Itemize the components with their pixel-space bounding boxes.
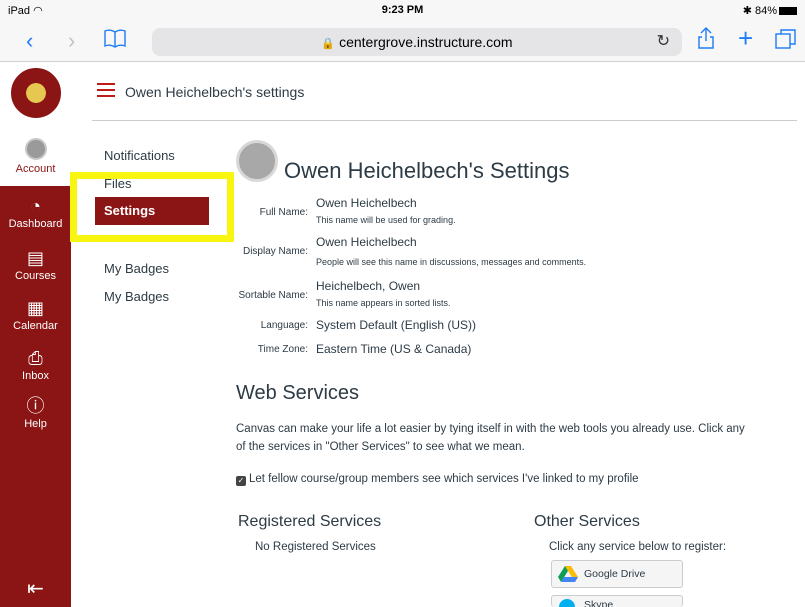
display-name-hint: People will see this name in discussions… bbox=[316, 257, 587, 267]
battery-status: ✱ 84% bbox=[743, 4, 797, 17]
skype-icon bbox=[558, 598, 578, 607]
share-icon[interactable] bbox=[697, 26, 715, 56]
clock: 9:23 PM bbox=[381, 4, 424, 16]
battery-icon bbox=[779, 7, 797, 16]
profile-avatar[interactable] bbox=[236, 140, 278, 182]
skype-label: Skype bbox=[584, 599, 614, 607]
school-logo[interactable] bbox=[0, 62, 71, 132]
nav-help-label: Help bbox=[24, 418, 47, 430]
registered-services-title: Registered Services bbox=[238, 513, 382, 530]
submenu-notifications[interactable]: Notifications bbox=[95, 148, 210, 163]
display-name-label: Display Name: bbox=[242, 246, 308, 257]
nav-calendar[interactable]: ▦ Calendar bbox=[0, 298, 71, 332]
breadcrumb: Owen Heichelbech's settings bbox=[125, 84, 305, 100]
google-drive-label: Google Drive bbox=[584, 568, 646, 580]
courses-icon: ▤ bbox=[26, 248, 44, 268]
status-bar: iPad ◠ 9:23 PM ✱ 84% bbox=[0, 0, 805, 22]
nav-help[interactable]: ⓘ Help bbox=[0, 396, 71, 430]
new-tab-icon[interactable]: + bbox=[738, 25, 753, 51]
address-bar[interactable]: 🔒 centergrove.instructure.com ↻ bbox=[152, 28, 682, 56]
other-services-hint: Click any service below to register: bbox=[549, 541, 727, 553]
seal-icon bbox=[11, 68, 61, 118]
sortable-name-label: Sortable Name: bbox=[238, 290, 308, 301]
full-name-value: Owen Heichelbech bbox=[316, 196, 417, 210]
lock-icon: 🔒 bbox=[321, 38, 336, 50]
checkbox-checked-icon[interactable]: ✓ bbox=[236, 476, 246, 486]
bluetooth-icon: ✱ bbox=[742, 5, 752, 17]
web-services-description: Canvas can make your life a lot easier b… bbox=[236, 423, 745, 453]
sortable-name-hint: This name appears in sorted lists. bbox=[316, 298, 451, 308]
header-divider bbox=[92, 120, 797, 121]
back-icon[interactable]: ‹ bbox=[26, 28, 33, 54]
skype-button[interactable]: Skype bbox=[551, 595, 683, 607]
bookmarks-icon[interactable] bbox=[104, 28, 126, 55]
highlight-box bbox=[70, 172, 234, 242]
nav-dashboard-label: Dashboard bbox=[8, 218, 63, 230]
url-text: centergrove.instructure.com bbox=[339, 34, 513, 50]
nav-inbox[interactable]: ⎙ Inbox bbox=[0, 348, 71, 382]
timezone-value: Eastern Time (US & Canada) bbox=[316, 342, 472, 356]
menu-icon[interactable] bbox=[97, 83, 115, 97]
display-name-value: Owen Heichelbech bbox=[316, 235, 417, 249]
page-title: Owen Heichelbech's Settings bbox=[284, 158, 570, 183]
share-services-label: Let fellow course/group members see whic… bbox=[249, 473, 639, 485]
no-registered-services: No Registered Services bbox=[255, 541, 376, 553]
web-services-title: Web Services bbox=[236, 382, 360, 404]
forward-icon[interactable]: › bbox=[68, 28, 75, 54]
nav-inbox-label: Inbox bbox=[22, 370, 49, 382]
nav-calendar-label: Calendar bbox=[13, 320, 58, 332]
reload-icon[interactable]: ↻ bbox=[657, 28, 670, 56]
full-name-label: Full Name: bbox=[259, 207, 308, 218]
avatar bbox=[24, 138, 47, 160]
nav-account[interactable]: Account bbox=[0, 132, 71, 186]
sortable-name-value: Heichelbech, Owen bbox=[316, 279, 421, 293]
nav-courses-label: Courses bbox=[15, 270, 56, 282]
dashboard-icon: ◔ bbox=[30, 196, 41, 216]
global-nav: Account ◔ Dashboard ▤ Courses ▦ Calendar… bbox=[0, 62, 71, 607]
browser-toolbar: ‹ › 🔒 centergrove.instructure.com ↻ + bbox=[0, 22, 805, 62]
help-icon: ⓘ bbox=[26, 396, 45, 416]
google-drive-button[interactable]: Google Drive bbox=[551, 560, 683, 588]
nav-courses[interactable]: ▤ Courses bbox=[0, 248, 71, 282]
other-services-title: Other Services bbox=[534, 513, 640, 530]
collapse-nav-icon[interactable]: ⇤ bbox=[0, 576, 71, 601]
timezone-label: Time Zone: bbox=[257, 344, 308, 355]
google-drive-icon bbox=[558, 565, 578, 583]
language-value: System Default (English (US)) bbox=[316, 318, 477, 332]
nav-account-label: Account bbox=[15, 163, 56, 175]
full-name-hint: This name will be used for grading. bbox=[316, 215, 456, 225]
language-label: Language: bbox=[260, 320, 308, 331]
inbox-icon: ⎙ bbox=[28, 348, 43, 368]
share-services-option[interactable]: ✓ Let fellow course/group members see whi… bbox=[236, 470, 796, 488]
tabs-icon[interactable] bbox=[775, 28, 797, 56]
submenu-badges-2[interactable]: My Badges bbox=[95, 289, 210, 304]
submenu-badges[interactable]: My Badges bbox=[95, 261, 210, 276]
calendar-icon: ▦ bbox=[26, 298, 44, 318]
nav-dashboard[interactable]: ◔ Dashboard bbox=[0, 196, 71, 230]
